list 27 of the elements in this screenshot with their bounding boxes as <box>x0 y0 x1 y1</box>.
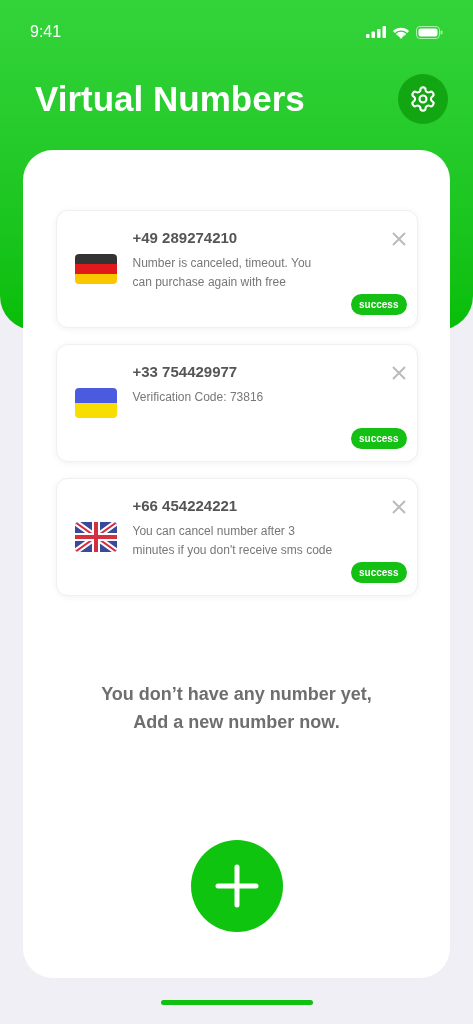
flag-icon <box>74 388 117 418</box>
empty-message: Add a new number now. <box>133 711 340 734</box>
status-badge: success <box>351 428 407 449</box>
phone-number: +49 289274210 <box>132 228 239 248</box>
close-icon <box>390 231 407 247</box>
flag-icon <box>74 522 117 552</box>
settings-icon <box>409 85 437 113</box>
signal-icon <box>366 26 386 38</box>
phone-number: +33 754429977 <box>132 362 239 382</box>
page-title: Virtual Numbers <box>35 77 305 120</box>
status-time: 9:41 <box>30 22 62 42</box>
status-message: Verification Code: 73816 <box>132 388 265 406</box>
status-badge: success <box>351 294 407 315</box>
phone-number: +66 454224221 <box>132 496 239 516</box>
empty-message: You don’t have any number yet, <box>101 683 372 706</box>
status-message: You can cancel number after 3 minutes if you don't receive sms code <box>132 522 333 559</box>
close-icon <box>390 499 407 515</box>
wifi-icon <box>392 25 410 39</box>
plus-icon <box>214 864 259 908</box>
number-card[interactable]: +49 289274210 Number is canceled, timeout. You can purchase again with free success <box>55 210 418 328</box>
battery-icon <box>416 25 443 39</box>
status-message: Number is canceled, timeout. You can purchase again with free <box>132 254 313 291</box>
number-card[interactable]: +66 454224221 You can cancel number after 3 minutes if you don't receive sms code success <box>55 478 418 596</box>
number-card[interactable]: +33 754429977 Verification Code: 73816 success <box>55 344 418 462</box>
close-icon <box>390 365 407 381</box>
status-badge: success <box>351 562 407 583</box>
flag-icon <box>74 254 117 284</box>
